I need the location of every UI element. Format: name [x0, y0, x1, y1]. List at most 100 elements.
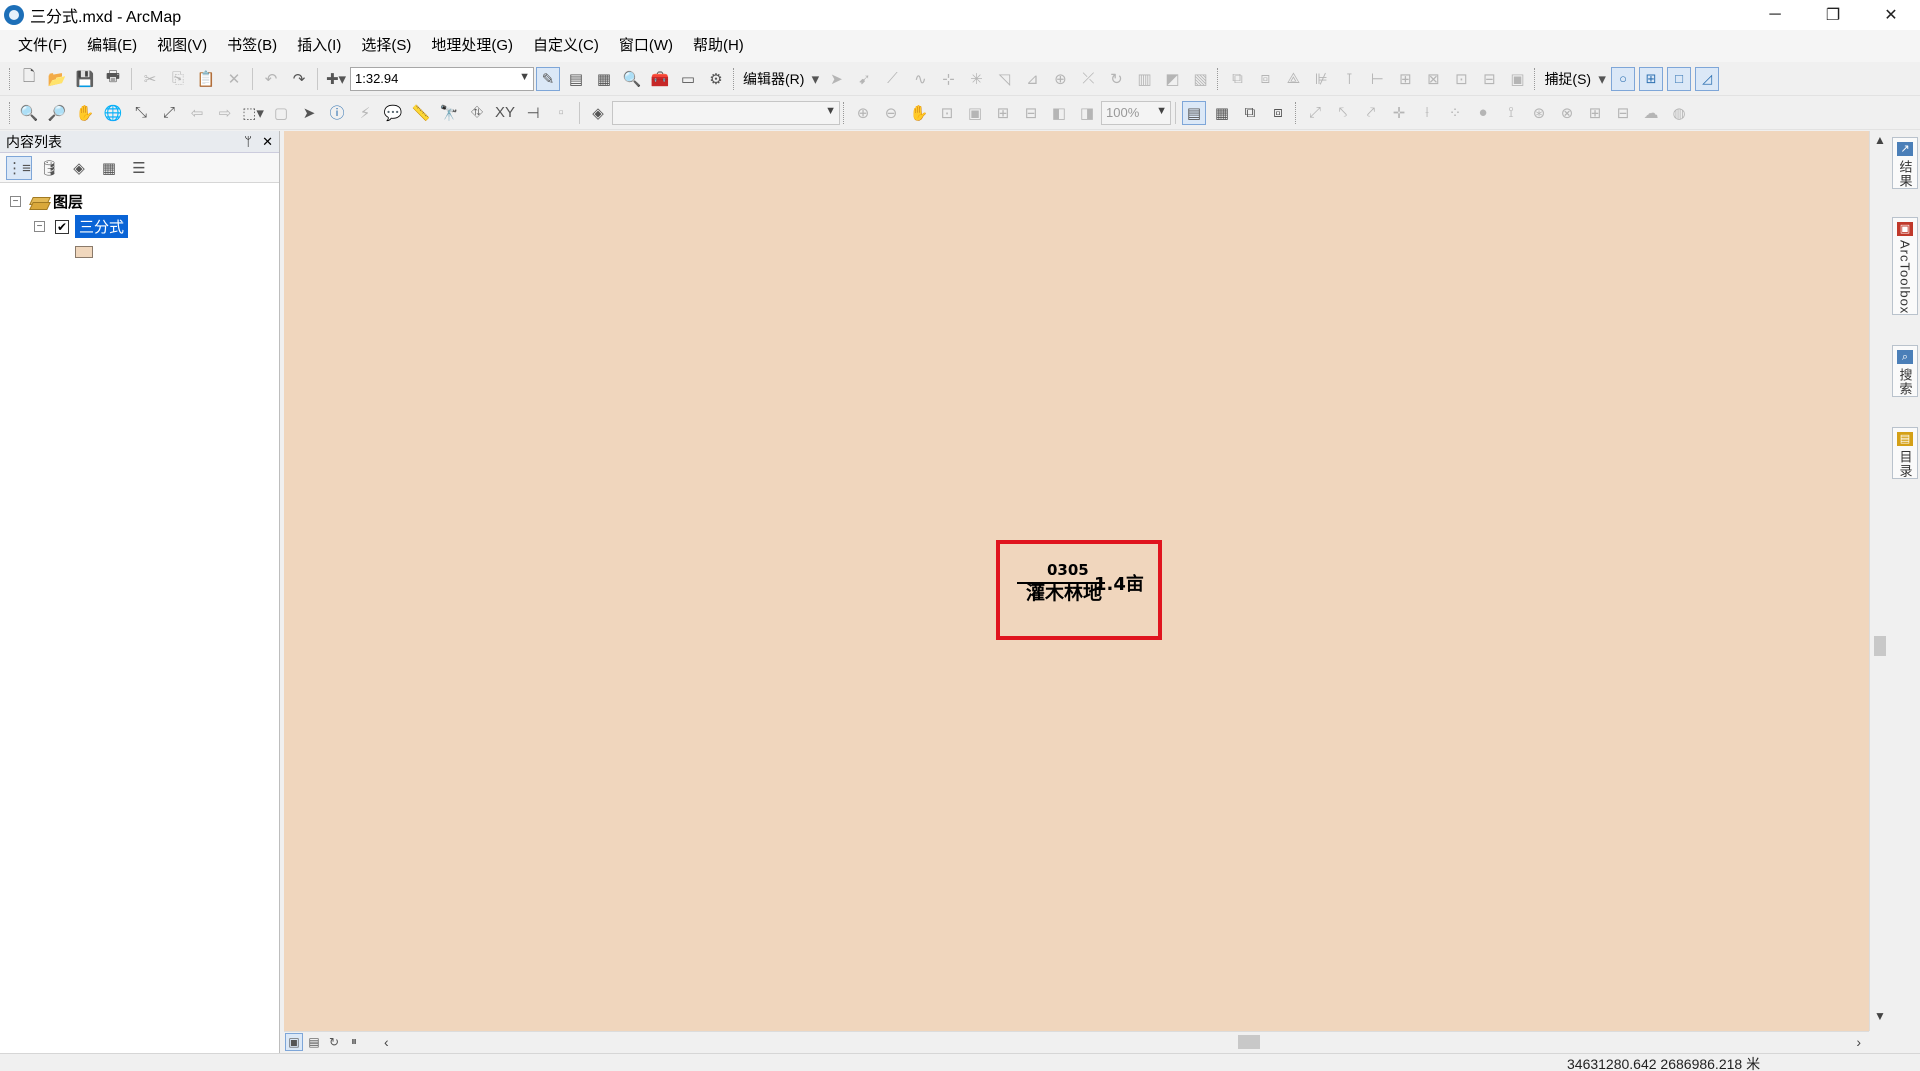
- back-arrow-icon[interactable]: ⇦: [185, 101, 209, 125]
- paste-icon[interactable]: 📋: [194, 67, 218, 91]
- previous-extent-page-icon[interactable]: ◧: [1047, 101, 1071, 125]
- toc-close-icon[interactable]: ✕: [262, 134, 273, 150]
- menu-bookmarks[interactable]: 书签(B): [217, 33, 287, 59]
- list-by-drawing-order-icon[interactable]: ⋮≡: [6, 155, 32, 180]
- fixed-zoom-in-icon[interactable]: ⤡: [129, 101, 153, 125]
- vertex-icon[interactable]: ✳: [964, 67, 988, 91]
- redo-icon[interactable]: ↷: [287, 67, 311, 91]
- layer-selector-icon[interactable]: ◈: [586, 101, 610, 125]
- curve-segment-icon[interactable]: ∿: [908, 67, 932, 91]
- arctoolbox-icon[interactable]: 🧰: [648, 67, 672, 91]
- identify-icon[interactable]: ⓘ: [325, 101, 349, 125]
- vertical-scrollbar[interactable]: ▲ ▼: [1869, 131, 1889, 1031]
- fixed-zoom-out-icon[interactable]: ⤢: [157, 101, 181, 125]
- layer-symbol-swatch[interactable]: [75, 245, 93, 258]
- toolbar-grip[interactable]: [733, 67, 736, 90]
- snap-end-icon[interactable]: ⊞: [1639, 66, 1664, 91]
- shared-features-icon[interactable]: ⊟: [1477, 67, 1501, 91]
- topology-icon[interactable]: ⧉: [1225, 67, 1249, 91]
- scroll-down-arrow-icon[interactable]: ▼: [1870, 1009, 1890, 1029]
- delete-icon[interactable]: ✕: [222, 67, 246, 91]
- create-viewer-icon[interactable]: ▫: [549, 101, 573, 125]
- layer-name-label[interactable]: 三分式: [75, 215, 129, 238]
- snap-vertex-icon[interactable]: □: [1667, 66, 1692, 91]
- edge-match-icon[interactable]: ⊗: [1555, 101, 1579, 125]
- sphere-icon[interactable]: ◍: [1667, 101, 1691, 125]
- undo-icon[interactable]: ↶: [259, 67, 283, 91]
- find-route-icon[interactable]: ⛗: [465, 101, 489, 125]
- tree-root-row[interactable]: − 图层: [0, 189, 279, 214]
- spatial-adjust-icon[interactable]: ⁘: [1443, 101, 1467, 125]
- topology-edit-icon[interactable]: ⧈: [1253, 67, 1277, 91]
- attribute-transfer-icon[interactable]: ⊞: [1583, 101, 1607, 125]
- collapse-icon[interactable]: −: [10, 196, 21, 207]
- copy-icon[interactable]: ⎘: [166, 67, 190, 91]
- root-layer-label[interactable]: 图层: [53, 191, 83, 212]
- forward-arrow-icon[interactable]: ⇨: [213, 101, 237, 125]
- editor-toolbar-icon[interactable]: ✎: [536, 66, 560, 91]
- toolbar-grip[interactable]: [1217, 67, 1220, 90]
- minimize-button[interactable]: ─: [1746, 0, 1804, 30]
- chevron-down-icon[interactable]: ▼: [519, 71, 530, 83]
- rotate-icon[interactable]: ↻: [1104, 67, 1128, 91]
- zoom-out-page-icon[interactable]: ⊖: [879, 101, 903, 125]
- reshape-icon[interactable]: ⊿: [1020, 67, 1044, 91]
- focus-data-frame-icon[interactable]: ▦: [1210, 101, 1234, 125]
- new-document-icon[interactable]: 🗋: [17, 67, 41, 91]
- layer-dropdown[interactable]: ▼: [612, 100, 840, 125]
- vertical-scroll-thumb[interactable]: [1874, 636, 1886, 656]
- layer-visibility-checkbox[interactable]: ✔: [55, 219, 69, 234]
- georef-scale-icon[interactable]: ⤤: [1359, 101, 1383, 125]
- clear-selection-icon[interactable]: ▢: [269, 101, 293, 125]
- restore-button[interactable]: ❐: [1804, 0, 1862, 30]
- catalog-window-icon[interactable]: ▦: [592, 67, 616, 91]
- menu-selection[interactable]: 选择(S): [351, 33, 421, 59]
- toolbar-grip[interactable]: [1295, 101, 1298, 124]
- rubbersheet-icon[interactable]: ⊛: [1527, 101, 1551, 125]
- tree-layer-row[interactable]: − ✔ 三分式: [0, 214, 279, 239]
- chevron-down-icon[interactable]: ▾: [1597, 67, 1607, 91]
- menu-edit[interactable]: 编辑(E): [77, 33, 147, 59]
- next-extent-page-icon[interactable]: ◨: [1075, 101, 1099, 125]
- go-to-xy-icon[interactable]: XY: [493, 101, 517, 125]
- snapping-menu[interactable]: 捕捉(S): [1540, 69, 1595, 89]
- menu-windows[interactable]: 窗口(W): [609, 33, 683, 59]
- print-icon[interactable]: 🖶: [101, 67, 125, 91]
- full-extent-icon[interactable]: 🌐: [101, 101, 125, 125]
- python-window-icon[interactable]: ▭: [676, 67, 700, 91]
- pan-icon[interactable]: ✋: [73, 101, 97, 125]
- attributes-icon[interactable]: ▥: [1132, 67, 1156, 91]
- scroll-right-arrow-icon[interactable]: ›: [1856, 1034, 1861, 1050]
- arctoolbox-tab[interactable]: ▣ ArcToolbox: [1892, 217, 1918, 316]
- horizontal-scrollbar[interactable]: ▣ ▤ ↻ ⏸ ‹ ›: [284, 1031, 1869, 1051]
- table-of-contents-icon[interactable]: ▤: [564, 67, 588, 91]
- globe-icon[interactable]: ●: [1471, 101, 1495, 125]
- edit-vertices-icon[interactable]: ◹: [992, 67, 1016, 91]
- pin-icon[interactable]: ᛘ: [244, 134, 252, 150]
- change-layout-icon[interactable]: ⧉: [1238, 101, 1262, 125]
- list-by-source-icon[interactable]: 🛢: [36, 156, 62, 180]
- zoom-whole-page-icon[interactable]: ⊡: [935, 101, 959, 125]
- georef-shift-icon[interactable]: ⤣: [1331, 101, 1355, 125]
- modelbuilder-icon[interactable]: ⚙: [704, 67, 728, 91]
- menu-help[interactable]: 帮助(H): [683, 33, 754, 59]
- snap-point-icon[interactable]: ○: [1611, 66, 1636, 91]
- time-slider-icon[interactable]: ⊣: [521, 101, 545, 125]
- toolbar-grip[interactable]: [843, 101, 846, 124]
- extend-icon[interactable]: ⊢: [1365, 67, 1389, 91]
- map-scale-combo[interactable]: 1:32.94 ▼: [350, 66, 534, 91]
- chevron-down-icon[interactable]: ▾: [810, 67, 820, 91]
- select-elements-icon[interactable]: ➤: [297, 101, 321, 125]
- georef-link-icon[interactable]: ✛: [1387, 101, 1411, 125]
- add-data-icon[interactable]: ✚▾: [324, 67, 348, 91]
- planarize-icon[interactable]: ⊞: [1393, 67, 1417, 91]
- toolbar-grip[interactable]: [1534, 67, 1537, 90]
- collapse-icon[interactable]: −: [34, 221, 45, 232]
- html-popup-icon[interactable]: 💬: [381, 101, 405, 125]
- catalog-tab[interactable]: ▤ 目录: [1892, 427, 1918, 479]
- zoom-out-icon[interactable]: 🔎: [45, 101, 69, 125]
- chevron-down-icon[interactable]: ▼: [1156, 105, 1167, 117]
- error-inspector-icon[interactable]: ⊡: [1449, 67, 1473, 91]
- scroll-left-arrow-icon[interactable]: ‹: [384, 1034, 389, 1050]
- toggle-draft-mode-icon[interactable]: ▤: [1182, 100, 1206, 125]
